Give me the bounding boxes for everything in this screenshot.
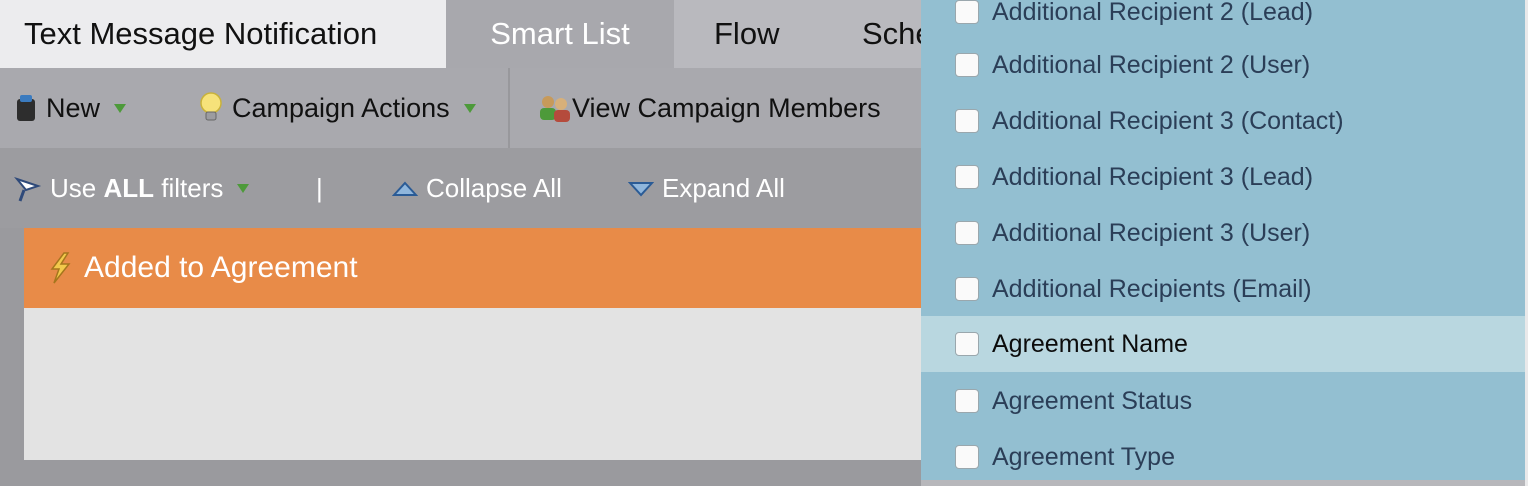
field-select-dropdown[interactable]: Additional Recipient 2 (Lead) Additional… — [921, 0, 1525, 480]
use-prefix: Use — [50, 172, 104, 203]
dropdown-option[interactable]: Additional Recipients (Email) — [921, 261, 1525, 317]
filter-card-body — [24, 308, 924, 460]
campaign-actions-button[interactable]: Campaign Actions — [198, 68, 476, 148]
option-label: Agreement Status — [992, 386, 1193, 415]
dropdown-option[interactable]: Additional Recipient 3 (Lead) — [921, 149, 1525, 205]
expand-all-button[interactable]: Expand All — [627, 148, 785, 228]
collapse-all-label: Collapse All — [426, 172, 562, 203]
filter-card-title: Added to Agreement — [84, 251, 358, 284]
tab-smart-list[interactable]: Smart List — [446, 0, 674, 68]
tab-label: Smart List — [490, 16, 630, 51]
new-label: New — [46, 92, 101, 123]
new-icon — [16, 94, 36, 122]
dropdown-option-highlighted[interactable]: Agreement Name — [921, 316, 1525, 372]
tab-label: Flow — [714, 16, 780, 51]
filter-funnel-icon — [14, 173, 44, 203]
use-suffix: filters — [154, 172, 224, 203]
checkbox[interactable] — [955, 221, 979, 245]
view-members-label: View Campaign Members — [572, 92, 881, 123]
dropdown-option[interactable]: Additional Recipient 2 (User) — [921, 37, 1525, 93]
option-label: Additional Recipient 3 (User) — [992, 218, 1311, 247]
option-label: Additional Recipient 3 (Lead) — [992, 162, 1314, 191]
checkbox[interactable] — [955, 445, 979, 469]
dropdown-arrow-icon — [114, 103, 127, 113]
tab-text-message-notification[interactable]: Text Message Notification — [0, 0, 446, 68]
option-label: Additional Recipient 3 (Contact) — [992, 106, 1344, 135]
dropdown-arrow-icon — [463, 103, 476, 113]
checkbox[interactable] — [955, 277, 979, 301]
new-button[interactable]: New — [16, 68, 127, 148]
filter-card-header[interactable]: Added to Agreement — [24, 228, 924, 308]
use-all-filters-dropdown[interactable]: Use ALL filters — [14, 148, 250, 228]
dropdown-option[interactable]: Additional Recipient 3 (Contact) — [921, 93, 1525, 149]
option-label: Agreement Name — [992, 329, 1188, 358]
lightbulb-icon — [198, 91, 224, 125]
option-label: Agreement Type — [992, 442, 1175, 471]
dropdown-option[interactable]: Agreement Status — [921, 373, 1525, 429]
option-label: Additional Recipient 2 (Lead) — [992, 0, 1314, 26]
tab-label: Text Message Notification — [24, 16, 378, 51]
triangle-up-icon — [391, 173, 419, 204]
dropdown-option[interactable]: Additional Recipient 3 (User) — [921, 205, 1525, 261]
checkbox[interactable] — [955, 53, 979, 77]
filter-separator: | — [316, 172, 323, 203]
dropdown-arrow-icon — [237, 183, 250, 193]
checkbox[interactable] — [955, 109, 979, 133]
dropdown-option[interactable]: Additional Recipient 2 (Lead) — [921, 0, 1525, 40]
option-label: Additional Recipients (Email) — [992, 274, 1312, 303]
use-bold: ALL — [103, 172, 155, 203]
checkbox[interactable] — [955, 389, 979, 413]
members-icon — [536, 92, 572, 124]
tab-flow[interactable]: Flow — [714, 0, 779, 68]
expand-all-label: Expand All — [662, 172, 785, 203]
trigger-lightning-icon — [44, 251, 76, 285]
checkbox[interactable] — [955, 332, 979, 356]
checkbox[interactable] — [955, 0, 979, 24]
toolbar-divider — [508, 68, 510, 148]
dropdown-option[interactable]: Agreement Type — [921, 429, 1525, 480]
collapse-all-button[interactable]: Collapse All — [391, 148, 562, 228]
triangle-down-icon — [627, 173, 655, 204]
dropdown-bottom-edge — [921, 480, 1525, 486]
checkbox[interactable] — [955, 165, 979, 189]
option-label: Additional Recipient 2 (User) — [992, 50, 1311, 79]
view-campaign-members-button[interactable]: View Campaign Members — [536, 68, 881, 148]
campaign-actions-label: Campaign Actions — [232, 92, 450, 123]
